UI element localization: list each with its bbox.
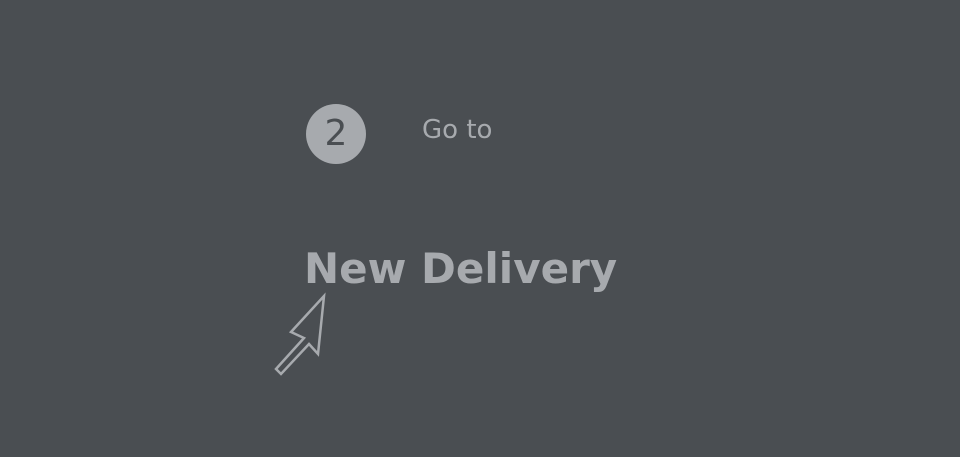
new-delivery-link[interactable]: New Delivery <box>304 243 617 295</box>
step-number: 2 <box>324 113 348 154</box>
step-number-badge: 2 <box>306 104 366 164</box>
cursor-outline <box>274 292 326 376</box>
step-instruction: Go to <box>422 115 493 145</box>
arrow-cursor-icon <box>274 292 326 376</box>
tutorial-stage: 2 Go to New Delivery <box>0 0 960 457</box>
